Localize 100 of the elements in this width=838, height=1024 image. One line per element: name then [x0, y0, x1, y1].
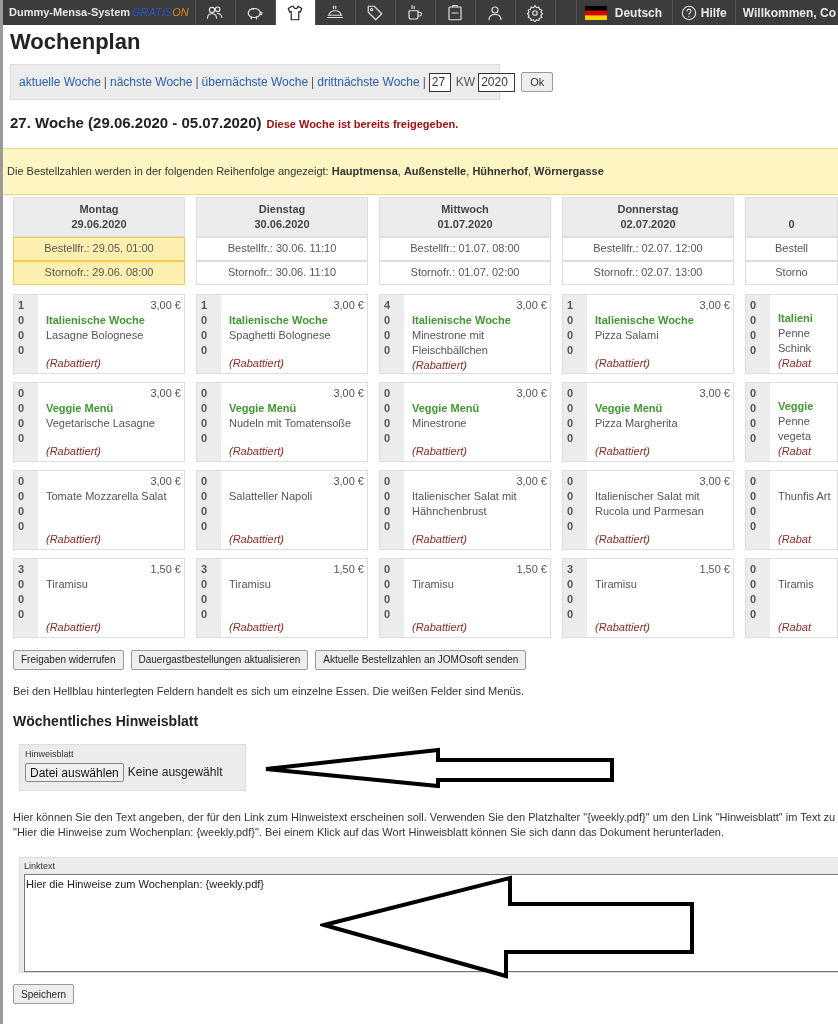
- order-count: 0: [384, 576, 392, 592]
- meal-note: (Rabattiert): [229, 619, 286, 635]
- meal-note: (Rabattiert): [595, 355, 652, 371]
- welcome-text: Willkommen, Co: [741, 4, 837, 22]
- action-button[interactable]: Dauergastbestellungen aktualisieren: [130, 649, 309, 670]
- meal-price: 3,00 €: [150, 297, 181, 313]
- order-count: 0: [18, 488, 26, 504]
- order-count: 0: [201, 473, 209, 489]
- meal-name: Thunfis Art: [778, 488, 832, 504]
- meal-name: Minestrone mit Fleischbällchen: [412, 327, 489, 358]
- day-date: 0: [788, 216, 795, 232]
- separator: |: [311, 74, 315, 91]
- meal-category: Italienische Woche: [229, 312, 329, 328]
- order-count: 0: [567, 503, 575, 519]
- action-button[interactable]: Freigaben widerrufen: [13, 649, 124, 670]
- file-choose-button[interactable]: Datei auswählen: [25, 762, 124, 782]
- nav-tab[interactable]: [275, 0, 316, 25]
- meal-price: 3,00 €: [150, 385, 181, 401]
- order-count: 0: [201, 430, 209, 446]
- meal-note: (Rabat: [778, 443, 813, 459]
- order-count: 0: [750, 518, 758, 534]
- meal-category: Veggie Menü: [412, 400, 481, 416]
- info-text: Die Bestellzahlen werden in der folgenden Reihenfolge angezeigt: Hauptmensa, Außenstelle, Hühnerhof, Wörnergasse: [7, 163, 604, 179]
- order-count: 0: [18, 400, 26, 416]
- order-count: 3: [18, 561, 26, 577]
- order-count: 0: [201, 606, 209, 622]
- week-link[interactable]: nächste Woche: [109, 73, 193, 91]
- week-link[interactable]: drittnächste Woche: [317, 73, 420, 91]
- day-date: 01.07.2020: [437, 216, 493, 232]
- order-count: 0: [18, 385, 26, 401]
- order-count: 0: [384, 342, 392, 358]
- ok-button[interactable]: Ok: [521, 72, 554, 92]
- help-text-line: "Hier die Hinweise zum Wochenplan: {weekly.pdf}". Bei einem Klick auf das Wort Hinweisblatt können Sie sich dann das Dokument herunterladen.: [13, 825, 725, 840]
- week-field[interactable]: 27: [428, 72, 451, 92]
- meal-note: (Rabattiert): [412, 619, 469, 635]
- save-button[interactable]: Speichern: [13, 984, 75, 1004]
- cancel-deadline: Stornofr.: 29.06. 08:00: [13, 260, 185, 285]
- meal-note: (Rabattiert): [46, 619, 103, 635]
- meal-price: 3,00 €: [699, 473, 730, 489]
- order-count: 0: [201, 312, 209, 328]
- order-count: 0: [201, 576, 209, 592]
- order-count: 1: [18, 297, 26, 313]
- meal-name: Pizza Salami: [595, 327, 660, 343]
- week-link[interactable]: aktuelle Woche: [19, 73, 101, 91]
- meal-price: 3,00 €: [699, 385, 730, 401]
- cancel-deadline: Stornofr.: 02.07. 13:00: [562, 260, 734, 285]
- separator: |: [195, 74, 199, 91]
- order-count: 0: [750, 606, 758, 622]
- help-button[interactable]: Hilfe: [672, 0, 736, 25]
- day-name: Dienstag: [258, 201, 306, 217]
- action-button[interactable]: Aktuelle Bestellzahlen an JOMOsoft senden: [315, 649, 527, 670]
- meal-note: (Rabattiert): [46, 443, 103, 459]
- year-field[interactable]: 2020: [478, 72, 516, 92]
- separator: |: [422, 74, 426, 91]
- order-count: 0: [750, 473, 758, 489]
- day-name: Montag: [79, 201, 119, 217]
- cancel-deadline: Stornofr.: 01.07. 02:00: [379, 260, 551, 285]
- section-title: Wöchentliches Hinweisblatt: [13, 712, 200, 731]
- order-count: 0: [201, 342, 209, 358]
- help-text-line: Hier können Sie den Text angeben, der für den Link zum Hinweistext erscheinen soll. Verwenden Sie den Platzhalter "{weekly.pdf}" um den Link "Hinweisblatt" im Text zu: [13, 810, 837, 825]
- order-count: 0: [750, 342, 758, 358]
- order-count: 0: [201, 591, 209, 607]
- meal-price: 3,00 €: [516, 473, 547, 489]
- order-count: 0: [567, 576, 575, 592]
- day-name: Donnerstag: [617, 201, 679, 217]
- meal-note: (Rabattiert): [412, 531, 469, 547]
- week-link[interactable]: übernächste Woche: [201, 73, 309, 91]
- order-count: 0: [567, 327, 575, 343]
- meal-note: (Rabattiert): [229, 443, 286, 459]
- language-selector[interactable]: Deutsch: [576, 0, 673, 25]
- cancel-deadline: Stornofr.: 30.06. 11:10: [196, 260, 368, 285]
- app-name: Dummy-Mensa-System: [9, 5, 131, 21]
- logo: GRATISON: [132, 5, 189, 21]
- meal-price: 3,00 €: [333, 297, 364, 313]
- order-count: 0: [567, 400, 575, 416]
- separator: |: [103, 74, 107, 91]
- meal-note: (Rabattiert): [595, 619, 652, 635]
- file-label: Hinweisblatt: [25, 748, 75, 761]
- order-deadline: Bestellfr.: 01.07. 08:00: [379, 236, 551, 261]
- order-count: 0: [750, 385, 758, 401]
- order-deadline: Bestellfr.: 29.05. 01:00: [13, 236, 185, 261]
- order-count: 0: [18, 576, 26, 592]
- day-name: Mittwoch: [441, 201, 489, 217]
- meal-price: 1,50 €: [150, 561, 181, 577]
- order-count: 0: [18, 473, 26, 489]
- meal-price: 3,00 €: [333, 473, 364, 489]
- order-count: 0: [18, 606, 26, 622]
- order-deadline: Bestellfr.: 02.07. 12:00: [562, 236, 734, 261]
- week-status: Diese Woche ist bereits freigegeben.: [266, 117, 459, 132]
- order-count: 0: [384, 591, 392, 607]
- flag-icon: [584, 5, 607, 20]
- order-count: 0: [567, 312, 575, 328]
- order-count: 0: [567, 518, 575, 534]
- meal-name: Tiramis: [778, 576, 815, 592]
- meal-price: 3,00 €: [333, 385, 364, 401]
- meal-category: Italienische Woche: [412, 312, 512, 328]
- order-count: 0: [567, 473, 575, 489]
- order-count: 4: [384, 297, 392, 313]
- tag-icon: [366, 3, 385, 22]
- week-label: KW: [455, 74, 476, 91]
